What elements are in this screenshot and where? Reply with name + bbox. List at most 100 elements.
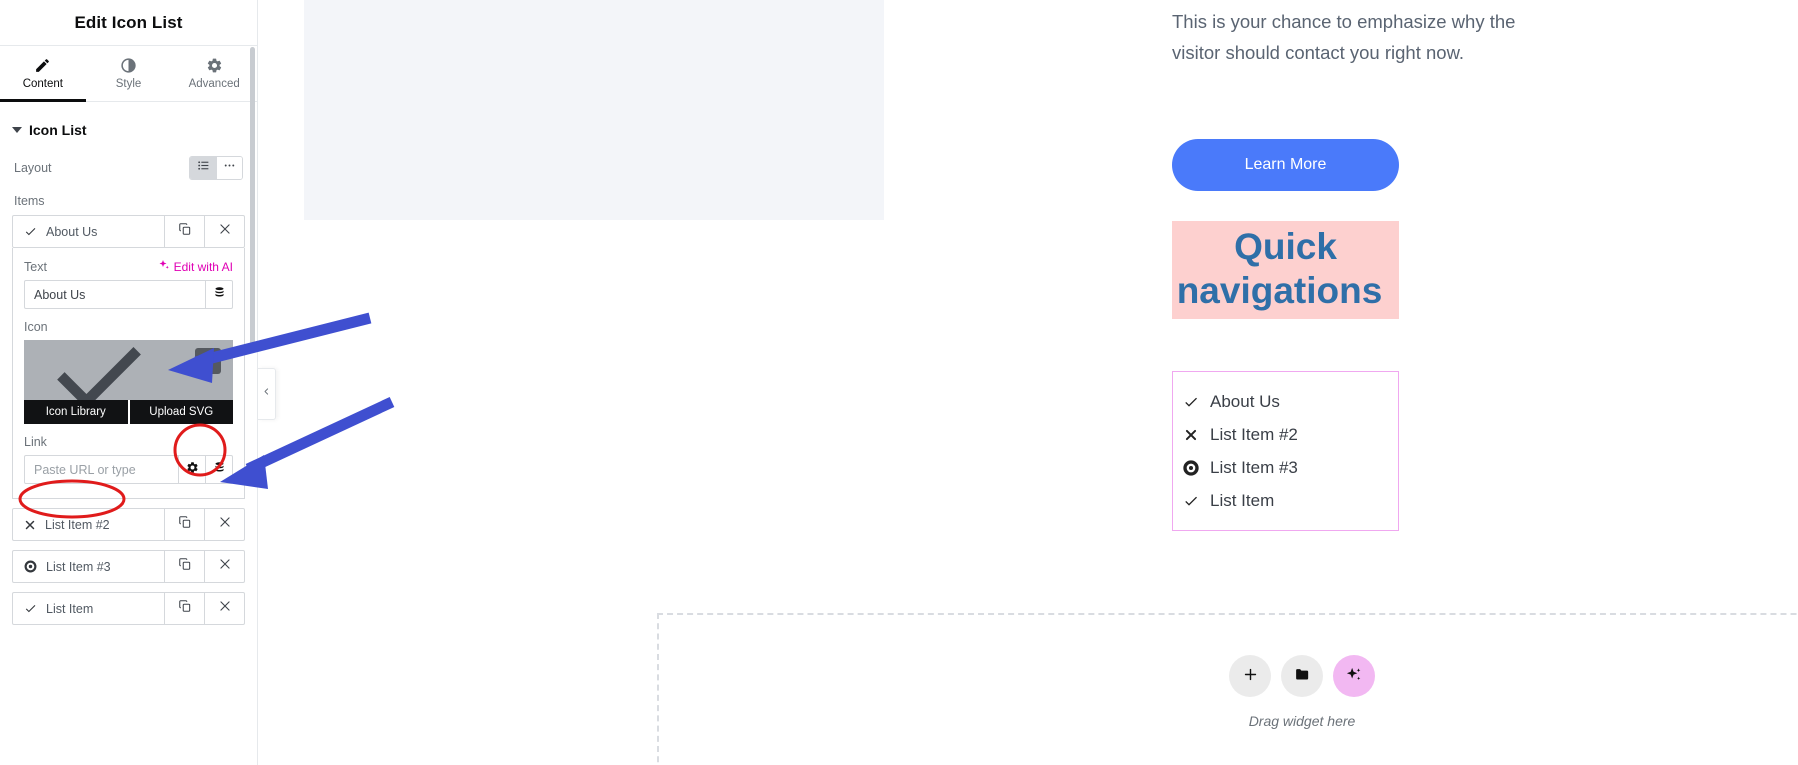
repeater-item-header[interactable]: List Item #3 — [12, 550, 245, 583]
panel-tabs: Content Style Advanced — [0, 46, 257, 102]
layout-option-inline[interactable] — [216, 157, 242, 179]
panel-scrollbar[interactable] — [250, 47, 255, 347]
repeater-item-header[interactable]: List Item #2 — [12, 508, 245, 541]
page-title: Edit Icon List — [74, 12, 183, 32]
duplicate-item-button[interactable] — [164, 551, 204, 582]
repeater-item-title[interactable]: List Item #3 — [13, 551, 164, 582]
editor-panel: Edit Icon List Content Style Advanced Ic… — [0, 0, 258, 765]
remove-item-button[interactable] — [204, 509, 244, 540]
repeater-item-title[interactable]: List Item — [13, 593, 164, 624]
heading-line-1: Quick — [1234, 226, 1337, 267]
tab-advanced[interactable]: Advanced — [171, 46, 257, 101]
link-dynamic-tags-button[interactable] — [205, 456, 232, 483]
repeater-item: List Item #2 — [12, 508, 245, 541]
chevron-left-icon — [262, 385, 271, 403]
ai-widget-button[interactable] — [1333, 655, 1375, 697]
panel-collapse-handle[interactable] — [258, 368, 276, 420]
list-icon — [197, 159, 210, 177]
list-item-label: About Us — [1210, 391, 1280, 411]
x-icon — [24, 519, 36, 531]
x-icon — [1183, 428, 1199, 442]
gear-icon — [206, 57, 223, 74]
ellipsis-icon — [223, 159, 236, 177]
promo-paragraph: This is your chance to emphasize why the… — [1172, 11, 1516, 63]
duplicate-item-button[interactable] — [164, 509, 204, 540]
sparkle-icon — [1345, 666, 1363, 687]
copy-icon — [178, 599, 192, 618]
remove-item-button[interactable] — [204, 216, 244, 247]
text-dynamic-tags-button[interactable] — [205, 281, 232, 308]
layout-option-list[interactable] — [190, 157, 216, 179]
repeater-item-header[interactable]: List Item — [12, 592, 245, 625]
link-input[interactable] — [25, 456, 178, 483]
list-item-label: List Item #3 — [1210, 457, 1298, 477]
remove-item-button[interactable] — [204, 593, 244, 624]
list-item[interactable]: List Item #3 — [1173, 451, 1398, 484]
database-icon — [213, 286, 226, 304]
tab-style[interactable]: Style — [86, 46, 172, 101]
check-icon — [1183, 394, 1199, 410]
quick-navigations-heading[interactable]: Quick navigations — [1172, 221, 1399, 319]
trash-icon — [202, 352, 215, 370]
section-icon-list[interactable]: Icon List — [0, 102, 257, 152]
text-field-head: Text Edit with AI — [24, 259, 233, 274]
chevron-down-icon — [12, 127, 22, 133]
dot-circle-icon — [1183, 459, 1199, 476]
tab-advanced-label: Advanced — [188, 78, 240, 90]
section-title: Icon List — [29, 122, 87, 138]
icon-library-button[interactable]: Icon Library — [24, 400, 128, 424]
icon-list-widget[interactable]: About Us List Item #2 List Item #3 List … — [1172, 371, 1399, 531]
list-item[interactable]: List Item — [1173, 484, 1398, 517]
duplicate-item-button[interactable] — [164, 593, 204, 624]
list-item-label: List Item #2 — [1210, 424, 1298, 444]
list-item[interactable]: About Us — [1173, 385, 1398, 418]
open-folder-button[interactable] — [1281, 655, 1323, 697]
repeater-item-title[interactable]: List Item #2 — [13, 509, 164, 540]
link-options-button[interactable] — [178, 456, 205, 483]
close-icon — [218, 515, 232, 534]
repeater-item-title[interactable]: About Us — [13, 216, 164, 247]
duplicate-item-button[interactable] — [164, 216, 204, 247]
check-icon — [24, 225, 37, 238]
check-icon — [38, 340, 158, 400]
tab-content-label: Content — [22, 78, 63, 90]
close-icon — [218, 557, 232, 576]
tab-content[interactable]: Content — [0, 46, 86, 102]
list-item[interactable]: List Item #2 — [1173, 418, 1398, 451]
icon-label: Icon — [24, 320, 48, 334]
dropzone-buttons — [659, 655, 1798, 697]
text-label: Text — [24, 259, 47, 274]
panel-body: Icon List Layout Items About Us Text Edi… — [0, 102, 257, 625]
icon-preview[interactable] — [24, 340, 233, 400]
repeater-item-label: List Item #2 — [45, 517, 110, 532]
repeater-item-header[interactable]: About Us — [12, 215, 245, 248]
delete-icon-button[interactable] — [195, 348, 221, 374]
repeater-item-body: Text Edit with AI About Us Icon Icon Lib… — [12, 248, 245, 499]
layout-label: Layout — [14, 161, 52, 175]
close-icon — [218, 222, 232, 241]
remove-item-button[interactable] — [204, 551, 244, 582]
folder-icon — [1294, 666, 1311, 686]
upload-svg-button[interactable]: Upload SVG — [127, 400, 234, 424]
items-repeater: About Us Text Edit with AI About Us Icon… — [0, 215, 257, 625]
dropzone-label: Drag widget here — [1248, 713, 1356, 729]
repeater-item-label: About Us — [46, 224, 98, 239]
pencil-icon — [34, 57, 51, 74]
learn-more-button[interactable]: Learn More — [1172, 139, 1399, 191]
check-icon — [24, 602, 37, 615]
repeater-item: List Item — [12, 592, 245, 625]
copy-icon — [178, 515, 192, 534]
repeater-item-label: List Item — [46, 601, 94, 616]
add-widget-button[interactable] — [1229, 655, 1271, 697]
repeater-item: About Us Text Edit with AI About Us Icon… — [12, 215, 245, 499]
check-icon — [1183, 493, 1199, 509]
edit-with-ai-button[interactable]: Edit with AI — [158, 259, 233, 274]
gear-icon — [186, 461, 199, 479]
panel-header: Edit Icon List — [0, 0, 257, 46]
widget-dropzone[interactable]: Drag widget here — [657, 613, 1798, 765]
edit-with-ai-label: Edit with AI — [173, 259, 233, 274]
database-icon — [213, 461, 226, 479]
items-label: Items — [14, 194, 45, 208]
sparkle-icon — [158, 259, 170, 274]
text-input[interactable] — [25, 281, 205, 308]
